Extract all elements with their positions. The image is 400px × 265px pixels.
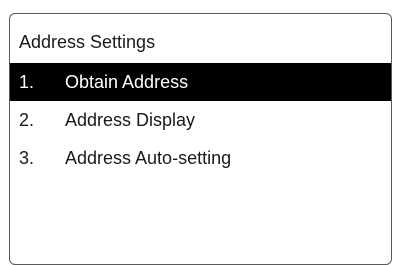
address-settings-menu: 1. Obtain Address 2. Address Display 3. …	[10, 63, 391, 177]
menu-item-number: 3.	[19, 148, 35, 168]
menu-item-number: 1.	[19, 72, 35, 92]
menu-item-label: Address Auto-setting	[65, 148, 232, 168]
menu-item-address-display[interactable]: 2. Address Display	[10, 101, 391, 139]
menu-item-label: Obtain Address	[65, 72, 189, 92]
settings-screen: Address Settings 1. Obtain Address 2. Ad…	[9, 13, 392, 265]
menu-item-number: 2.	[19, 110, 35, 130]
menu-item-obtain-address[interactable]: 1. Obtain Address	[10, 63, 391, 101]
screen-title: Address Settings	[19, 32, 156, 52]
menu-item-label: Address Display	[65, 110, 196, 130]
menu-item-address-auto-setting[interactable]: 3. Address Auto-setting	[10, 139, 391, 177]
